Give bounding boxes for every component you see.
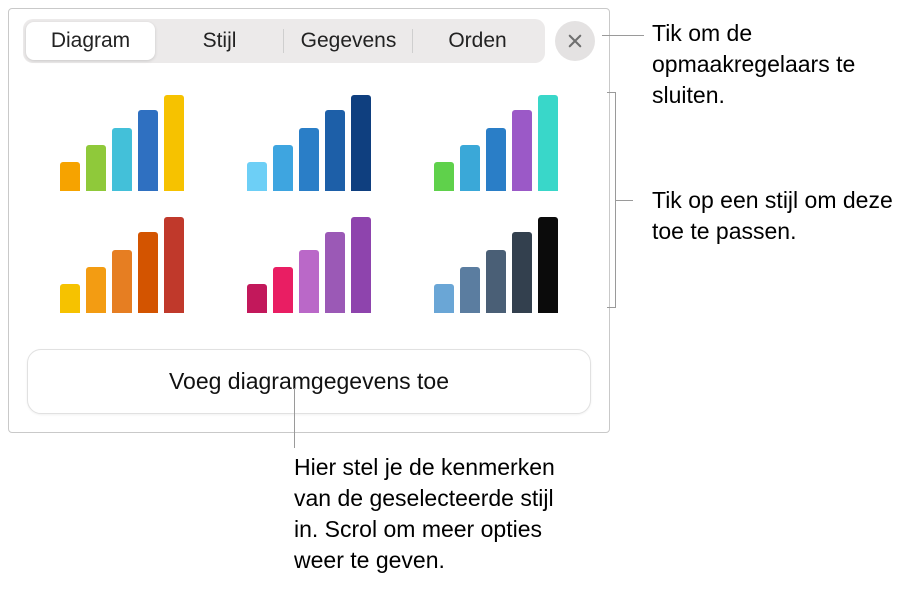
bar-icon [351, 95, 371, 191]
callout-bracket [615, 92, 616, 308]
bar-icon [60, 284, 80, 313]
bar-icon [460, 145, 480, 191]
segmented-control: Diagram Stijl Gegevens Orden [23, 19, 545, 63]
bar-icon [434, 284, 454, 313]
bar-icon [299, 250, 319, 313]
bar-icon [299, 128, 319, 191]
bar-icon [138, 110, 158, 191]
bar-icon [512, 232, 532, 313]
bar-icon [351, 217, 371, 313]
tab-row: Diagram Stijl Gegevens Orden [9, 9, 609, 71]
bar-icon [325, 232, 345, 313]
bar-icon [247, 162, 267, 191]
tab-gegevens[interactable]: Gegevens [284, 22, 413, 60]
bar-icon [86, 145, 106, 191]
chart-style-option-6[interactable] [422, 217, 569, 313]
bar-icon [164, 95, 184, 191]
tab-label: Stijl [203, 29, 237, 52]
tab-diagram[interactable]: Diagram [26, 22, 155, 60]
chart-style-option-5[interactable] [236, 217, 383, 313]
chart-style-option-2[interactable] [236, 95, 383, 191]
callout-button: Hier stel je de kenmerken van de geselec… [294, 452, 584, 576]
callout-close: Tik om de opmaakregelaars te sluiten. [652, 18, 902, 111]
add-chart-data-button[interactable]: Voeg diagramgegevens toe [27, 349, 591, 414]
tab-stijl[interactable]: Stijl [155, 22, 284, 60]
close-icon [566, 32, 584, 50]
callout-line [602, 35, 644, 36]
callout-line-vertical [294, 388, 295, 448]
close-button[interactable] [555, 21, 595, 61]
callout-style: Tik op een stijl om deze toe te passen. [652, 185, 912, 247]
bar-icon [273, 267, 293, 313]
tab-label: Orden [448, 29, 506, 52]
bar-icon [112, 250, 132, 313]
bar-icon [273, 145, 293, 191]
style-grid [9, 71, 609, 323]
bar-icon [247, 284, 267, 313]
bar-icon [434, 162, 454, 191]
action-button-label: Voeg diagramgegevens toe [169, 368, 449, 394]
bar-icon [164, 217, 184, 313]
bar-icon [138, 232, 158, 313]
bar-icon [538, 95, 558, 191]
chart-style-option-3[interactable] [422, 95, 569, 191]
bracket-tick [615, 200, 633, 201]
chart-style-option-1[interactable] [49, 95, 196, 191]
tab-orden[interactable]: Orden [413, 22, 542, 60]
bar-icon [86, 267, 106, 313]
chart-style-option-4[interactable] [49, 217, 196, 313]
bar-icon [112, 128, 132, 191]
bar-icon [325, 110, 345, 191]
bar-icon [460, 267, 480, 313]
format-panel: Diagram Stijl Gegevens Orden Voeg diagra… [8, 8, 610, 433]
bar-icon [486, 250, 506, 313]
tab-label: Diagram [51, 29, 130, 52]
tab-label: Gegevens [301, 29, 397, 52]
bar-icon [538, 217, 558, 313]
bar-icon [486, 128, 506, 191]
bar-icon [512, 110, 532, 191]
bar-icon [60, 162, 80, 191]
